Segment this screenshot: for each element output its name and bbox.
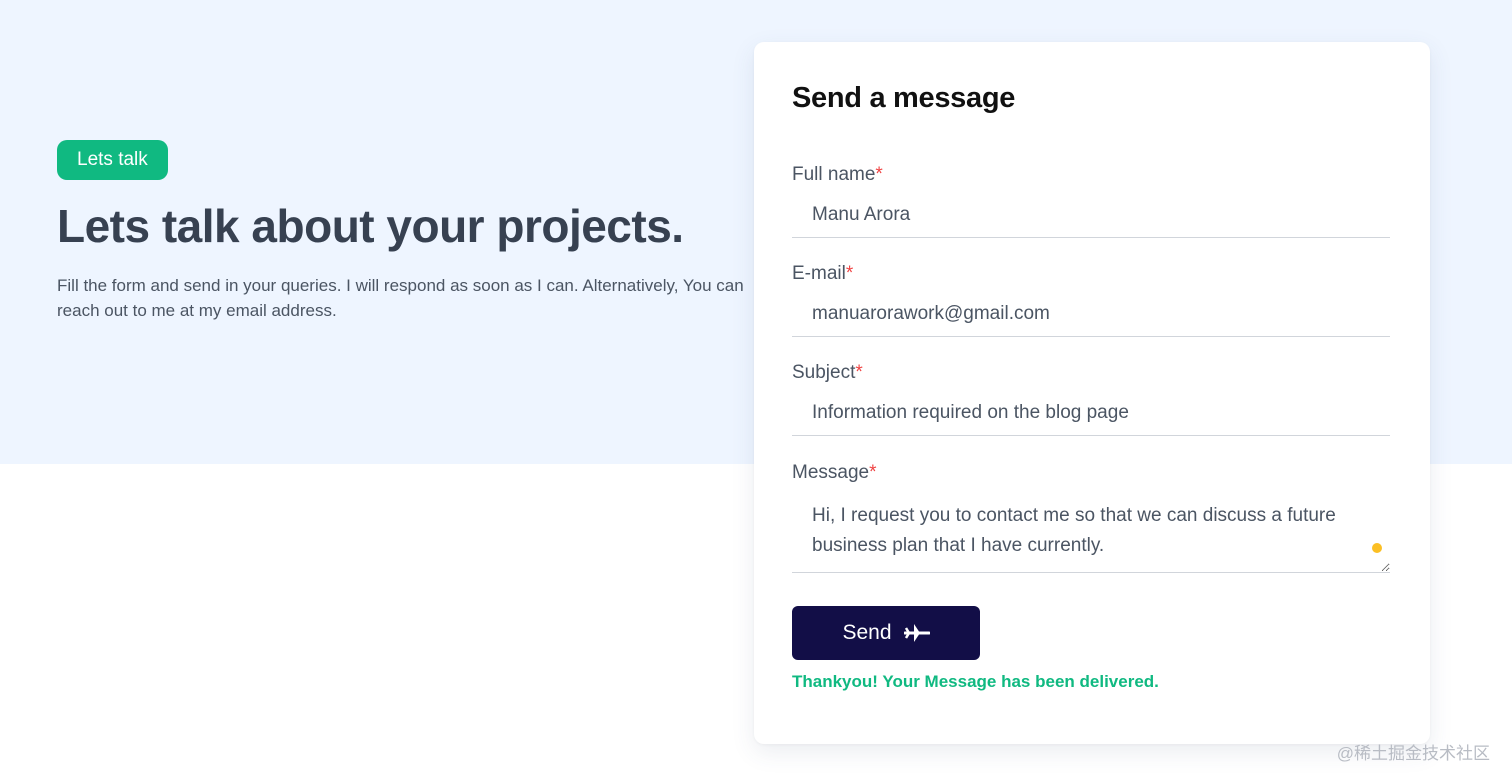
- hero-title: Lets talk about your projects.: [57, 200, 684, 252]
- hero-description: Fill the form and send in your queries. …: [57, 275, 744, 320]
- subject-label: Subject*: [792, 362, 863, 383]
- watermark: @稀土掘金技术社区: [1336, 744, 1490, 763]
- email-input[interactable]: [792, 296, 1390, 337]
- message-field: Message* Hi, I request you to contact me…: [792, 461, 1390, 573]
- form-title: Send a message: [792, 82, 1016, 114]
- required-marker: *: [869, 462, 877, 483]
- required-marker: *: [855, 362, 863, 383]
- message-textarea[interactable]: Hi, I request you to contact me so that …: [792, 495, 1390, 573]
- subject-field: Subject*: [792, 361, 1390, 436]
- full-name-input[interactable]: [792, 197, 1390, 238]
- email-field: E-mail*: [792, 262, 1390, 337]
- success-message: Thankyou! Your Message has been delivere…: [792, 672, 1159, 691]
- send-button[interactable]: Send: [792, 606, 980, 660]
- contact-form-card: Send a message Full name* E-mail* Subjec…: [754, 42, 1430, 744]
- required-marker: *: [875, 164, 883, 185]
- full-name-field: Full name*: [792, 163, 1390, 238]
- message-label: Message*: [792, 462, 877, 483]
- send-button-label: Send: [842, 621, 892, 644]
- email-label: E-mail*: [792, 263, 854, 284]
- subject-input[interactable]: [792, 395, 1390, 436]
- grammar-indicator-dot[interactable]: [1372, 543, 1382, 553]
- full-name-label: Full name*: [792, 164, 883, 185]
- airplane-icon: [903, 624, 930, 642]
- lets-talk-badge: Lets talk: [57, 140, 168, 180]
- message-textarea-wrap: Hi, I request you to contact me so that …: [792, 495, 1390, 573]
- required-marker: *: [845, 263, 854, 284]
- hero-section: Lets talk Lets talk about your projects.…: [57, 140, 747, 323]
